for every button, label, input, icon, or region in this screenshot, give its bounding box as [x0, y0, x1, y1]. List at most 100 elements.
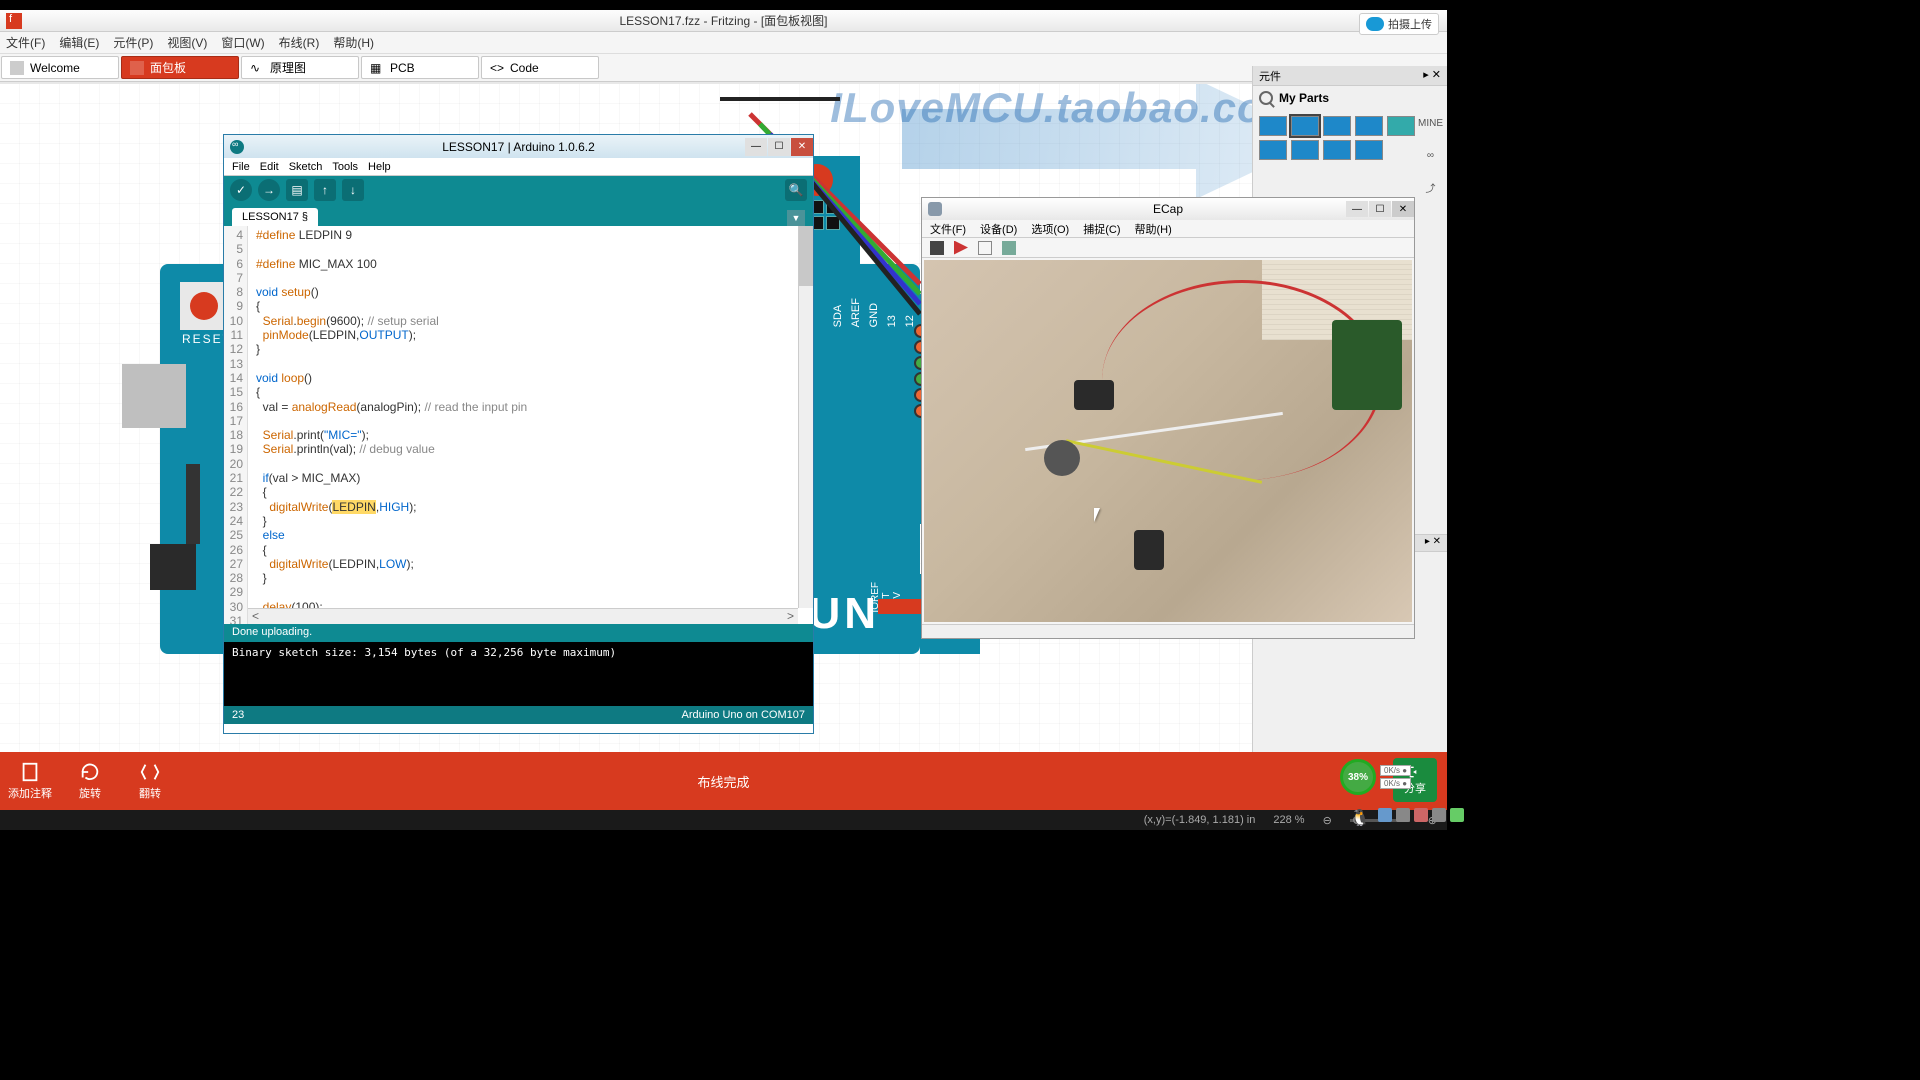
ecap-menu-device[interactable]: 设备(D)	[980, 221, 1017, 237]
part-thumb[interactable]	[1291, 140, 1319, 160]
ide-maximize-button[interactable]: ☐	[768, 138, 790, 156]
ide-footer: 23 Arduino Uno on COM107	[224, 706, 813, 724]
ecap-menu-help[interactable]: 帮助(H)	[1135, 221, 1172, 237]
sensor-module	[1074, 380, 1114, 410]
parts-header[interactable]: 元件▸ ✕	[1253, 66, 1447, 86]
ecap-statusbar	[922, 624, 1414, 638]
part-thumb[interactable]	[1291, 116, 1319, 136]
add-note-button[interactable]: 添加注释	[0, 757, 60, 805]
flip-button[interactable]: 翻转	[120, 757, 180, 805]
routing-status: 布线完成	[697, 772, 749, 791]
mouse-cursor	[1094, 508, 1106, 526]
ecap-toolbar	[922, 238, 1414, 258]
category-connector-icon[interactable]: ⤴	[1418, 176, 1443, 198]
ecap-title: ECap	[1153, 202, 1183, 216]
ide-titlebar[interactable]: LESSON17 | Arduino 1.0.6.2 — ☐ ✕	[224, 135, 813, 158]
part-thumb[interactable]	[1355, 140, 1383, 160]
search-icon	[1259, 91, 1273, 105]
ide-menu-file[interactable]: File	[232, 161, 250, 173]
tray-icon[interactable]	[1450, 808, 1464, 822]
part-thumb[interactable]	[1323, 116, 1351, 136]
ide-title: LESSON17 | Arduino 1.0.6.2	[442, 140, 595, 154]
reset-button[interactable]	[180, 282, 228, 330]
part-thumb[interactable]	[1387, 116, 1415, 136]
tray-icon[interactable]	[1414, 808, 1428, 822]
ecap-minimize-button[interactable]: —	[1346, 201, 1368, 217]
part-thumb[interactable]	[1355, 116, 1383, 136]
menu-help[interactable]: 帮助(H)	[333, 34, 374, 51]
menu-file[interactable]: 文件(F)	[6, 34, 45, 51]
line-number: 23	[232, 709, 244, 721]
ide-console: Binary sketch size: 3,154 bytes (of a 32…	[224, 642, 813, 706]
home-icon	[10, 61, 24, 75]
ecap-icon	[928, 202, 942, 216]
status-bar: (x,y)=(-1.849, 1.181) in 228 % ⊖ ⊕	[0, 810, 1447, 830]
tray-icon[interactable]	[1432, 808, 1446, 822]
parts-bin-title: My Parts	[1279, 91, 1329, 105]
image-icon[interactable]	[1002, 241, 1016, 255]
arduino-ide-window: LESSON17 | Arduino 1.0.6.2 — ☐ ✕ File Ed…	[223, 134, 814, 734]
rotate-button[interactable]: 旋转	[60, 757, 120, 805]
horizontal-scrollbar[interactable]: <>	[248, 608, 798, 624]
fritzing-titlebar[interactable]: LESSON17.fzz - Fritzing - [面包板视图] — ☐ ✕	[0, 10, 1447, 32]
parts-category-tabs[interactable]: MINE ∞ ⤴	[1418, 112, 1443, 198]
ecap-window: ECap — ☐ ✕ 文件(F) 设备(D) 选项(O) 捕捉(C) 帮助(H)	[921, 197, 1415, 639]
part-thumb[interactable]	[1323, 140, 1351, 160]
ide-minimize-button[interactable]: —	[745, 138, 767, 156]
part-thumb[interactable]	[1259, 116, 1287, 136]
menu-window[interactable]: 窗口(W)	[221, 34, 264, 51]
category-link-icon[interactable]: ∞	[1418, 144, 1443, 166]
parts-search[interactable]: My Parts	[1253, 86, 1447, 110]
menu-part[interactable]: 元件(P)	[113, 34, 153, 51]
ide-close-button[interactable]: ✕	[791, 138, 813, 156]
cloud-icon	[1366, 17, 1384, 31]
ecap-maximize-button[interactable]: ☐	[1369, 201, 1391, 217]
perf-indicator: 0K/s ●	[1380, 778, 1411, 789]
ecap-menu-file[interactable]: 文件(F)	[930, 221, 966, 237]
schematic-icon: ∿	[250, 61, 264, 75]
breadboard-icon	[130, 61, 144, 75]
camera-icon[interactable]	[930, 241, 944, 255]
ide-menu-tools[interactable]: Tools	[332, 161, 358, 173]
ide-menu-sketch[interactable]: Sketch	[289, 161, 323, 173]
qq-penguin-icon[interactable]: 🐧	[1350, 808, 1374, 828]
menu-view[interactable]: 视图(V)	[167, 34, 207, 51]
ecap-menu-options[interactable]: 选项(O)	[1031, 221, 1069, 237]
ecap-titlebar[interactable]: ECap — ☐ ✕	[922, 198, 1414, 220]
battery-gauge: 38%	[1340, 759, 1376, 795]
code-text[interactable]: #define LEDPIN 9 #define MIC_MAX 100 voi…	[248, 226, 813, 624]
stop-icon[interactable]	[978, 241, 992, 255]
tab-breadboard[interactable]: 面包板	[121, 56, 239, 79]
arduino-icon	[230, 140, 244, 154]
upload-button[interactable]: 拍摄上传	[1359, 13, 1439, 35]
serial-monitor-button[interactable]: 🔍	[785, 179, 807, 201]
ide-menu-help[interactable]: Help	[368, 161, 391, 173]
ide-menu-edit[interactable]: Edit	[260, 161, 279, 173]
video-preview	[924, 260, 1412, 622]
menu-edit[interactable]: 编辑(E)	[59, 34, 99, 51]
code-icon: <>	[490, 61, 504, 75]
tray-icon[interactable]	[1378, 808, 1392, 822]
ecap-menu-capture[interactable]: 捕捉(C)	[1083, 221, 1120, 237]
menu-route[interactable]: 布线(R)	[279, 34, 320, 51]
category-mine[interactable]: MINE	[1418, 112, 1443, 134]
zoom-out-button[interactable]: ⊖	[1323, 814, 1332, 827]
upload-button[interactable]: →	[258, 179, 280, 201]
sketch-tab[interactable]: LESSON17 §	[232, 208, 318, 226]
open-button[interactable]: ↑	[314, 179, 336, 201]
tab-dropdown-button[interactable]: ▼	[787, 210, 805, 226]
view-tabs: Welcome 面包板 ∿原理图 ▦PCB <>Code	[0, 54, 1447, 82]
verify-button[interactable]: ✓	[230, 179, 252, 201]
new-button[interactable]: ▤	[286, 179, 308, 201]
tab-code[interactable]: <>Code	[481, 56, 599, 79]
tray-icon[interactable]	[1396, 808, 1410, 822]
part-thumb[interactable]	[1259, 140, 1287, 160]
play-icon[interactable]	[954, 241, 968, 255]
code-editor[interactable]: 4 5 6 7 8 9 10 11 12 13 14 15 16 17 18 1…	[224, 226, 813, 624]
tab-schematic[interactable]: ∿原理图	[241, 56, 359, 79]
ecap-close-button[interactable]: ✕	[1392, 201, 1414, 217]
tab-welcome[interactable]: Welcome	[1, 56, 119, 79]
tab-pcb[interactable]: ▦PCB	[361, 56, 479, 79]
vertical-scrollbar[interactable]	[798, 226, 813, 608]
save-button[interactable]: ↓	[342, 179, 364, 201]
